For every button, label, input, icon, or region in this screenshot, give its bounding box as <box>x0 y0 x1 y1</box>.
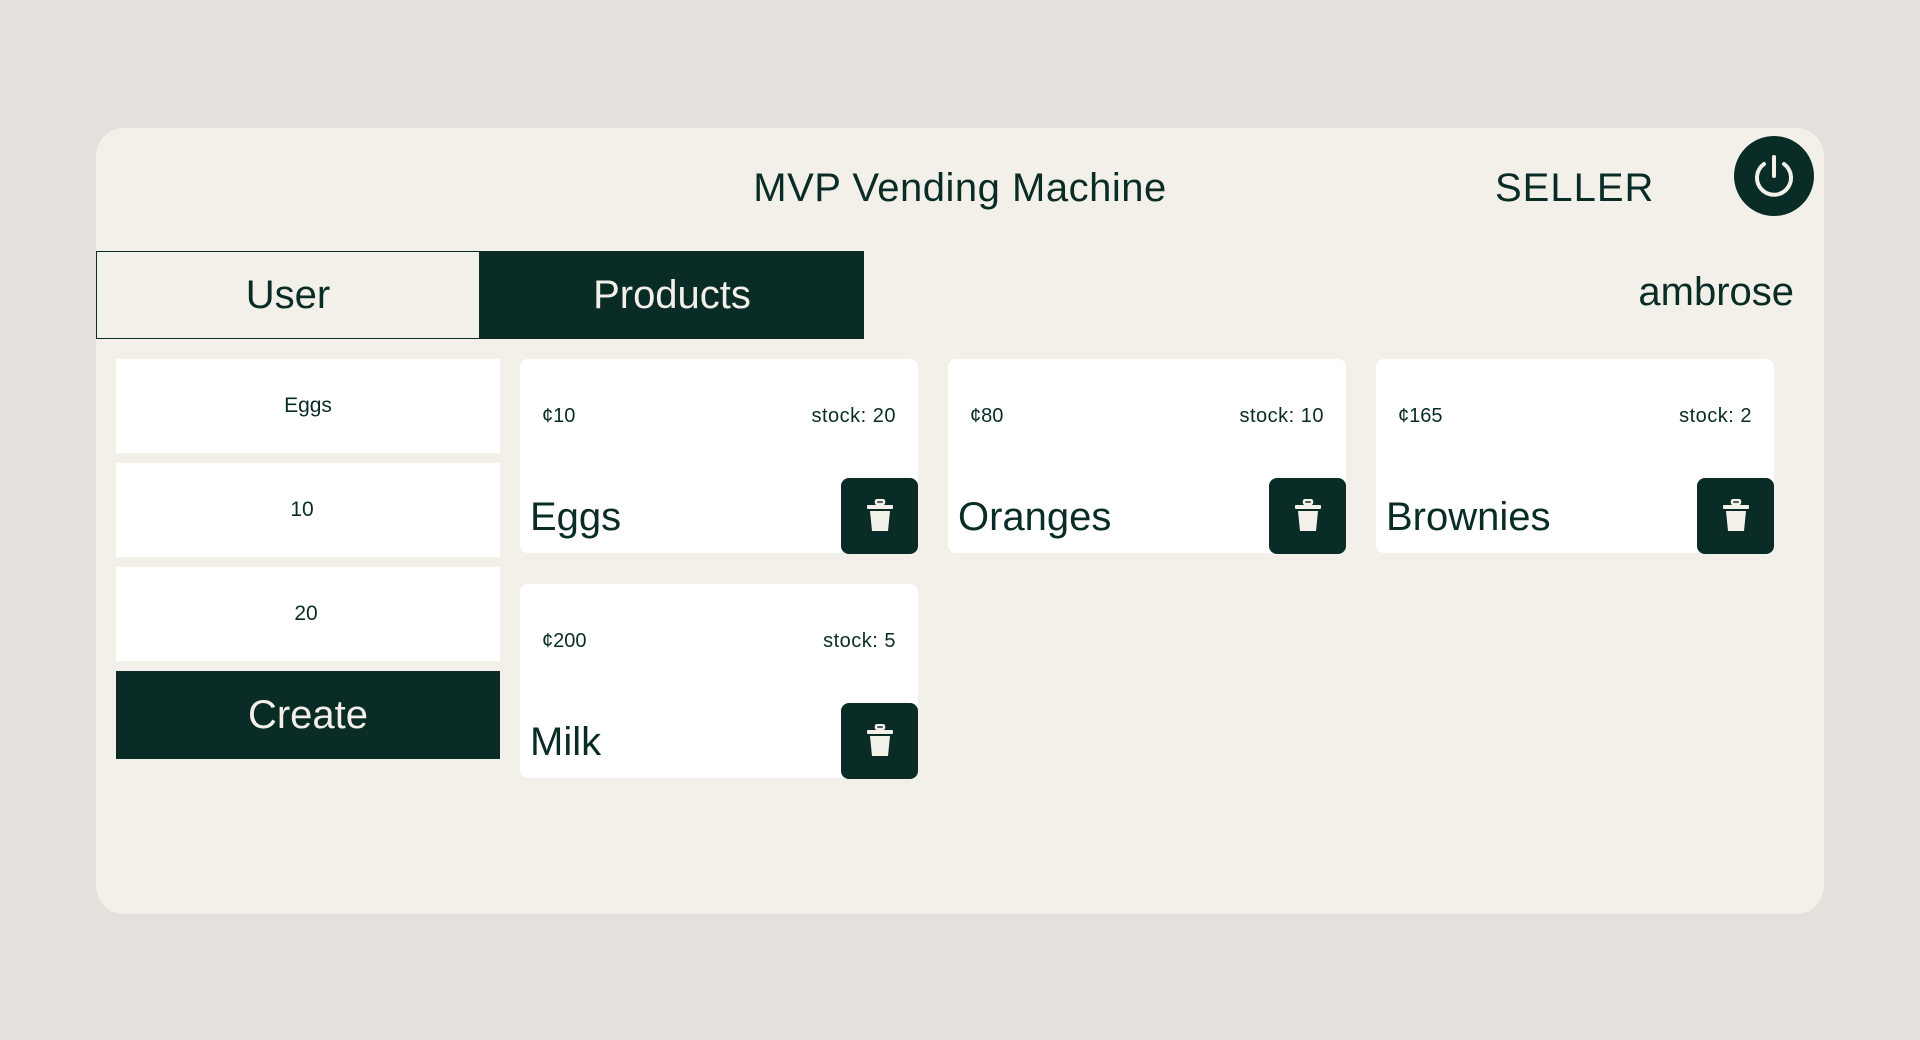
product-stock: stock: 2 <box>1679 405 1752 428</box>
product-name: Oranges <box>958 495 1112 539</box>
product-card-oranges: ¢80 stock: 10 Oranges <box>948 359 1346 554</box>
product-price: ¢10 <box>542 405 576 427</box>
product-name: Milk <box>530 720 602 764</box>
product-card-milk: ¢200 stock: 5 Milk <box>520 584 918 779</box>
trash-icon <box>1722 499 1749 531</box>
stock-value: 5 <box>884 630 896 652</box>
product-stock-input[interactable] <box>116 567 500 661</box>
stock-label: stock: <box>823 630 879 652</box>
stock-value: 20 <box>872 405 896 427</box>
power-icon <box>1755 155 1793 197</box>
stock-value: 10 <box>1300 405 1324 427</box>
logout-button[interactable] <box>1734 136 1814 216</box>
product-cost-input[interactable] <box>116 463 500 557</box>
product-price: ¢200 <box>542 630 587 652</box>
create-product-form: Create <box>116 359 500 759</box>
product-name: Eggs <box>530 495 622 539</box>
product-stock: stock: 20 <box>812 405 897 428</box>
product-stock: stock: 5 <box>823 630 896 653</box>
stock-label: stock: <box>811 405 867 427</box>
delete-product-button[interactable] <box>841 703 918 779</box>
product-name-input[interactable] <box>116 359 500 453</box>
delete-product-button[interactable] <box>1697 478 1774 554</box>
product-card-eggs: ¢10 stock: 20 Eggs <box>520 359 918 554</box>
delete-product-button[interactable] <box>1269 478 1346 554</box>
stock-label: stock: <box>1239 405 1295 427</box>
tab-bar: User Products <box>96 251 864 339</box>
tab-products[interactable]: Products <box>480 251 864 339</box>
product-card-brownies: ¢165 stock: 2 Brownies <box>1376 359 1774 554</box>
stock-value: 2 <box>1740 405 1752 427</box>
delete-product-button[interactable] <box>841 478 918 554</box>
role-label: SELLER <box>1495 166 1655 210</box>
product-name: Brownies <box>1386 495 1551 539</box>
stock-label: stock: <box>1679 405 1735 427</box>
app-panel: MVP Vending Machine SELLER User Products… <box>96 128 1824 914</box>
product-price: ¢80 <box>970 405 1004 427</box>
create-button[interactable]: Create <box>116 671 500 759</box>
product-stock: stock: 10 <box>1240 405 1325 428</box>
trash-icon <box>866 724 893 756</box>
trash-icon <box>1294 499 1321 531</box>
product-price: ¢165 <box>1398 405 1443 427</box>
username-label: ambrose <box>1638 270 1794 314</box>
tab-user[interactable]: User <box>96 251 480 339</box>
trash-icon <box>866 499 893 531</box>
